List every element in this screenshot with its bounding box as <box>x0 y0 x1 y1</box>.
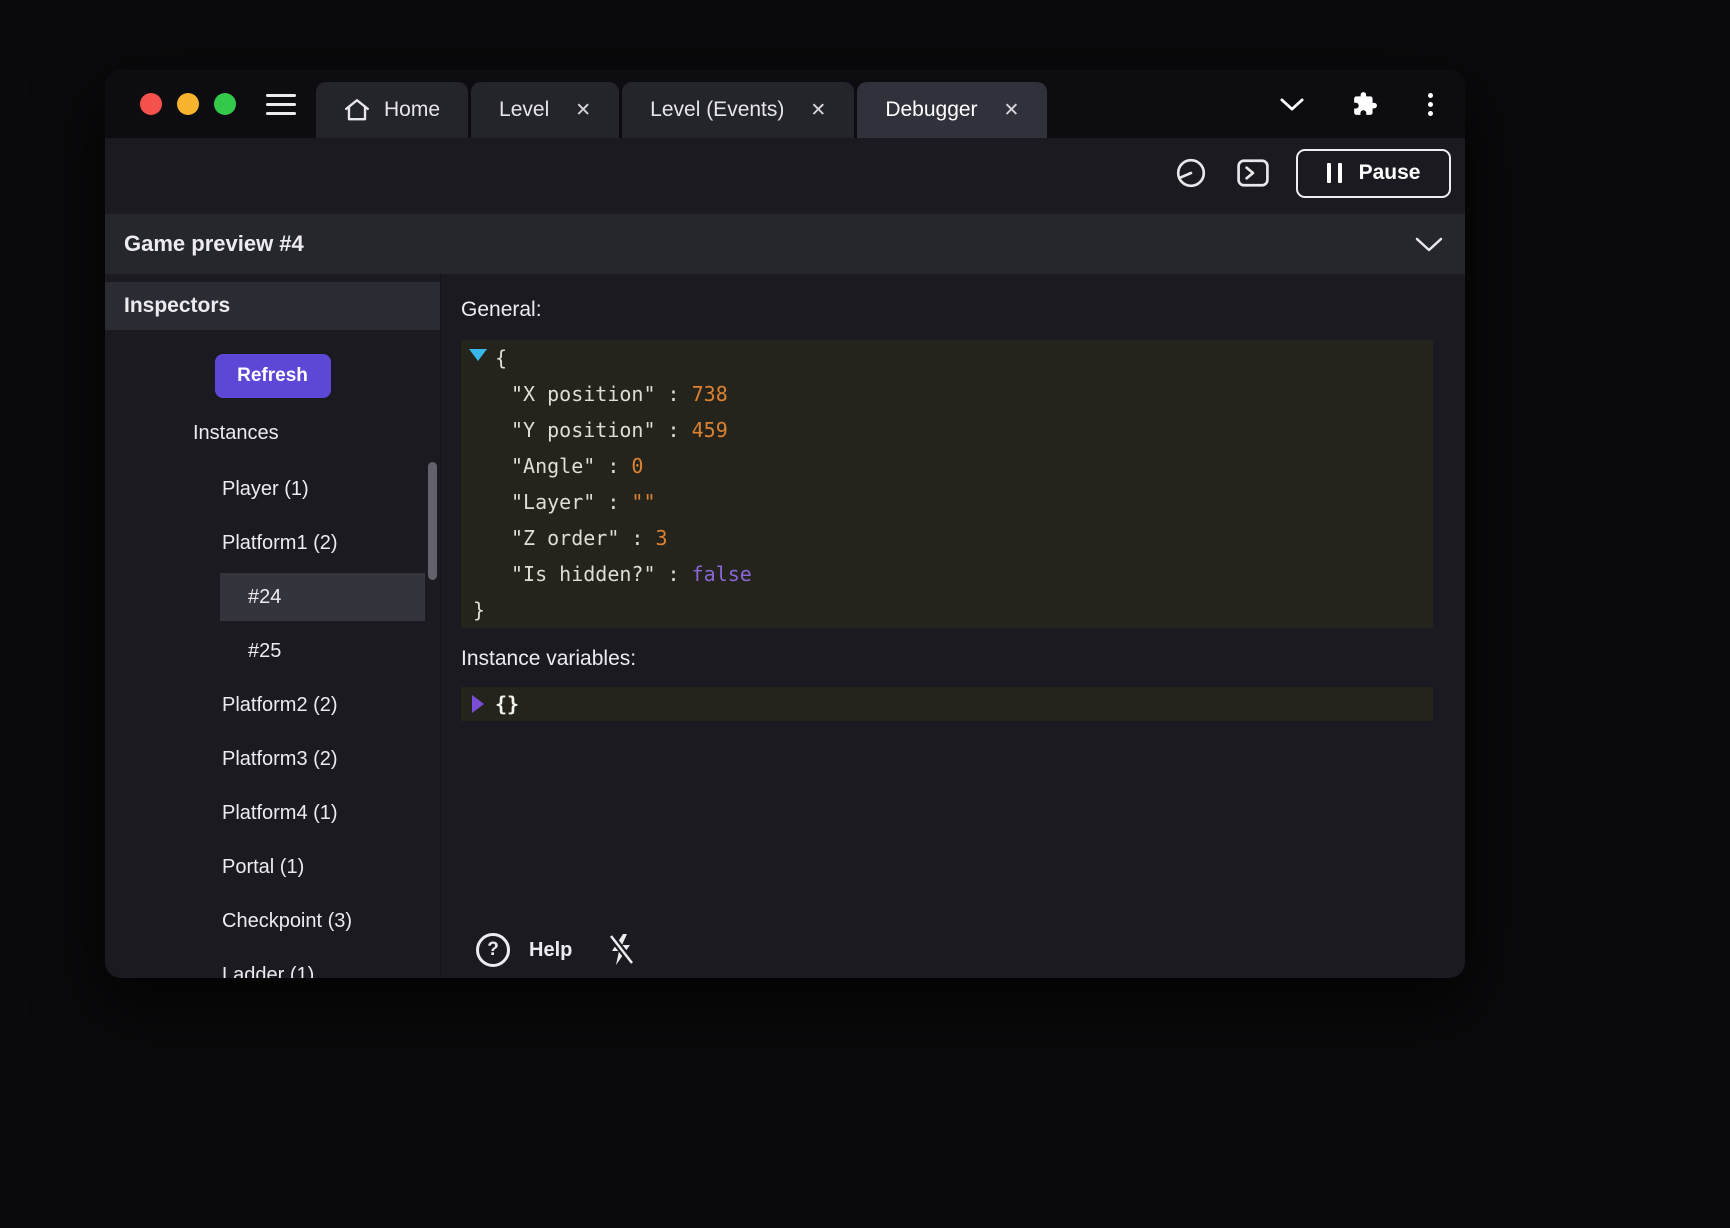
zoom-window-button[interactable] <box>214 93 236 115</box>
chevron-down-icon[interactable] <box>1415 237 1443 252</box>
inspector-sidebar: Inspectors Refresh Instances Player (1) … <box>105 274 440 978</box>
tree-item-platform4[interactable]: Platform4 (1) <box>105 786 440 840</box>
expand-triangle-icon[interactable] <box>472 695 484 713</box>
pause-icon <box>1327 163 1342 183</box>
help-label: Help <box>529 939 572 962</box>
property-x-position: "X position" : 738 <box>461 376 1433 412</box>
home-icon <box>344 98 370 122</box>
footer-actions: ? Help <box>476 930 638 970</box>
tree-item-ladder[interactable]: Ladder (1) <box>105 948 440 978</box>
property-layer: "Layer" : "" <box>461 484 1433 520</box>
main-menu-icon[interactable] <box>266 94 296 115</box>
property-y-position: "Y position" : 459 <box>461 412 1433 448</box>
tree-item-portal[interactable]: Portal (1) <box>105 840 440 894</box>
instances-tree: Player (1) Platform1 (2) #24 #25 Platfor… <box>105 462 440 978</box>
collapse-triangle-icon[interactable] <box>469 349 487 361</box>
minimize-window-button[interactable] <box>177 93 199 115</box>
variables-root-line: {} <box>461 687 1433 721</box>
more-options-icon[interactable] <box>1426 91 1435 118</box>
property-is-hidden: "Is hidden?" : false <box>461 556 1433 592</box>
chevron-down-icon[interactable] <box>1280 98 1304 111</box>
tab-bar: Home Level ✕ Level (Events) ✕ Debugger ✕ <box>105 70 1465 138</box>
tab-bar-actions <box>1280 91 1465 118</box>
preview-title: Game preview #4 <box>124 231 304 257</box>
preview-header[interactable]: Game preview #4 <box>105 214 1465 274</box>
tree-item-player[interactable]: Player (1) <box>105 462 440 516</box>
flash-off-icon[interactable] <box>604 932 638 968</box>
close-icon[interactable]: ✕ <box>575 99 591 122</box>
help-icon[interactable]: ? <box>476 933 510 967</box>
close-icon[interactable]: ✕ <box>1004 99 1020 122</box>
tree-item-checkpoint[interactable]: Checkpoint (3) <box>105 894 440 948</box>
tab-debugger[interactable]: Debugger ✕ <box>857 82 1047 138</box>
tree-item-platform1[interactable]: Platform1 (2) <box>105 516 440 570</box>
tab-list: Home Level ✕ Level (Events) ✕ Debugger ✕ <box>316 82 1047 138</box>
refresh-button[interactable]: Refresh <box>215 354 331 398</box>
tree-item-platform3[interactable]: Platform3 (2) <box>105 732 440 786</box>
sidebar-scrollbar[interactable] <box>428 462 437 580</box>
tree-item-instance-25[interactable]: #25 <box>105 624 440 678</box>
close-icon[interactable]: ✕ <box>810 99 826 122</box>
tab-home[interactable]: Home <box>316 82 468 138</box>
inspectors-header: Inspectors <box>105 282 440 330</box>
console-icon[interactable] <box>1234 154 1272 192</box>
tab-label: Home <box>384 98 440 122</box>
tab-level[interactable]: Level ✕ <box>471 82 619 138</box>
pause-button[interactable]: Pause <box>1296 149 1451 198</box>
open-brace: { <box>495 346 507 370</box>
pause-label: Pause <box>1359 161 1421 185</box>
general-label: General: <box>461 295 1433 325</box>
debugger-toolbar: Pause <box>105 138 1465 208</box>
instance-variables-label: Instance variables: <box>461 644 1433 674</box>
close-window-button[interactable] <box>140 93 162 115</box>
tab-label: Level <box>499 98 549 122</box>
tree-item-platform2[interactable]: Platform2 (2) <box>105 678 440 732</box>
debugger-content: Inspectors Refresh Instances Player (1) … <box>105 274 1465 978</box>
json-root-line: { <box>461 340 1433 376</box>
tab-level-events[interactable]: Level (Events) ✕ <box>622 82 854 138</box>
json-close-line: } <box>461 592 1433 628</box>
inspectors-title: Inspectors <box>124 294 230 318</box>
tree-item-instance-24[interactable]: #24 <box>105 570 440 624</box>
close-brace: } <box>473 598 485 622</box>
general-properties-json: { "X position" : 738 "Y position" : 459 … <box>461 340 1433 628</box>
extensions-puzzle-icon[interactable] <box>1352 91 1378 117</box>
tab-label: Level (Events) <box>650 98 784 122</box>
property-angle: "Angle" : 0 <box>461 448 1433 484</box>
instances-label: Instances <box>105 421 440 445</box>
property-z-order: "Z order" : 3 <box>461 520 1433 556</box>
tab-label: Debugger <box>885 98 977 122</box>
inspector-detail: General: { "X position" : 738 "Y positio… <box>440 274 1465 978</box>
app-window: Home Level ✕ Level (Events) ✕ Debugger ✕ <box>105 70 1465 978</box>
variables-value: {} <box>495 692 519 716</box>
gauge-icon[interactable] <box>1172 154 1210 192</box>
instance-variables-json: {} <box>461 687 1433 721</box>
window-controls <box>105 93 236 115</box>
